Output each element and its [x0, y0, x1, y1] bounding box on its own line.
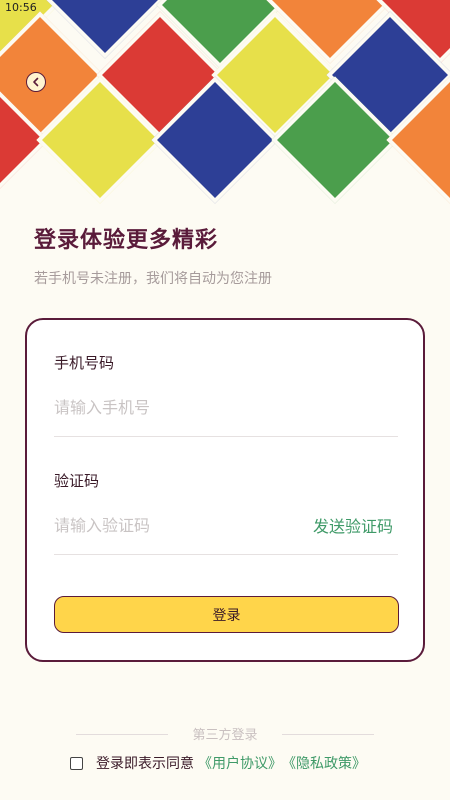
agreement-row: 登录即表示同意 《用户协议》 《隐私政策》 — [70, 752, 366, 774]
chevron-left-icon — [33, 77, 39, 87]
status-bar-time: 10:56 — [5, 1, 37, 14]
third-party-login-label: 第三方登录 — [192, 728, 258, 743]
login-button[interactable]: 登录 — [54, 596, 399, 633]
code-input[interactable] — [54, 512, 274, 538]
code-label: 验证码 — [54, 472, 100, 490]
agreement-text: 登录即表示同意 — [96, 756, 194, 772]
code-divider — [54, 554, 398, 555]
page-subtitle: 若手机号未注册，我们将自动为您注册 — [34, 271, 272, 287]
phone-input[interactable] — [54, 394, 394, 420]
decorative-hero-pattern — [0, 0, 450, 215]
third-party-login-section: 第三方登录 — [0, 724, 450, 744]
agreement-checkbox[interactable] — [70, 756, 83, 770]
privacy-policy-link[interactable]: 《隐私政策》 — [282, 753, 366, 773]
third-party-divider-right — [282, 734, 374, 735]
back-button[interactable] — [26, 72, 46, 92]
phone-divider — [54, 436, 398, 437]
user-agreement-link[interactable]: 《用户协议》 — [198, 753, 282, 773]
send-code-button[interactable]: 发送验证码 — [313, 513, 393, 537]
login-form-card: 手机号码 验证码 发送验证码 登录 — [25, 318, 425, 662]
phone-label: 手机号码 — [54, 354, 115, 372]
page-title: 登录体验更多精彩 — [34, 228, 219, 253]
